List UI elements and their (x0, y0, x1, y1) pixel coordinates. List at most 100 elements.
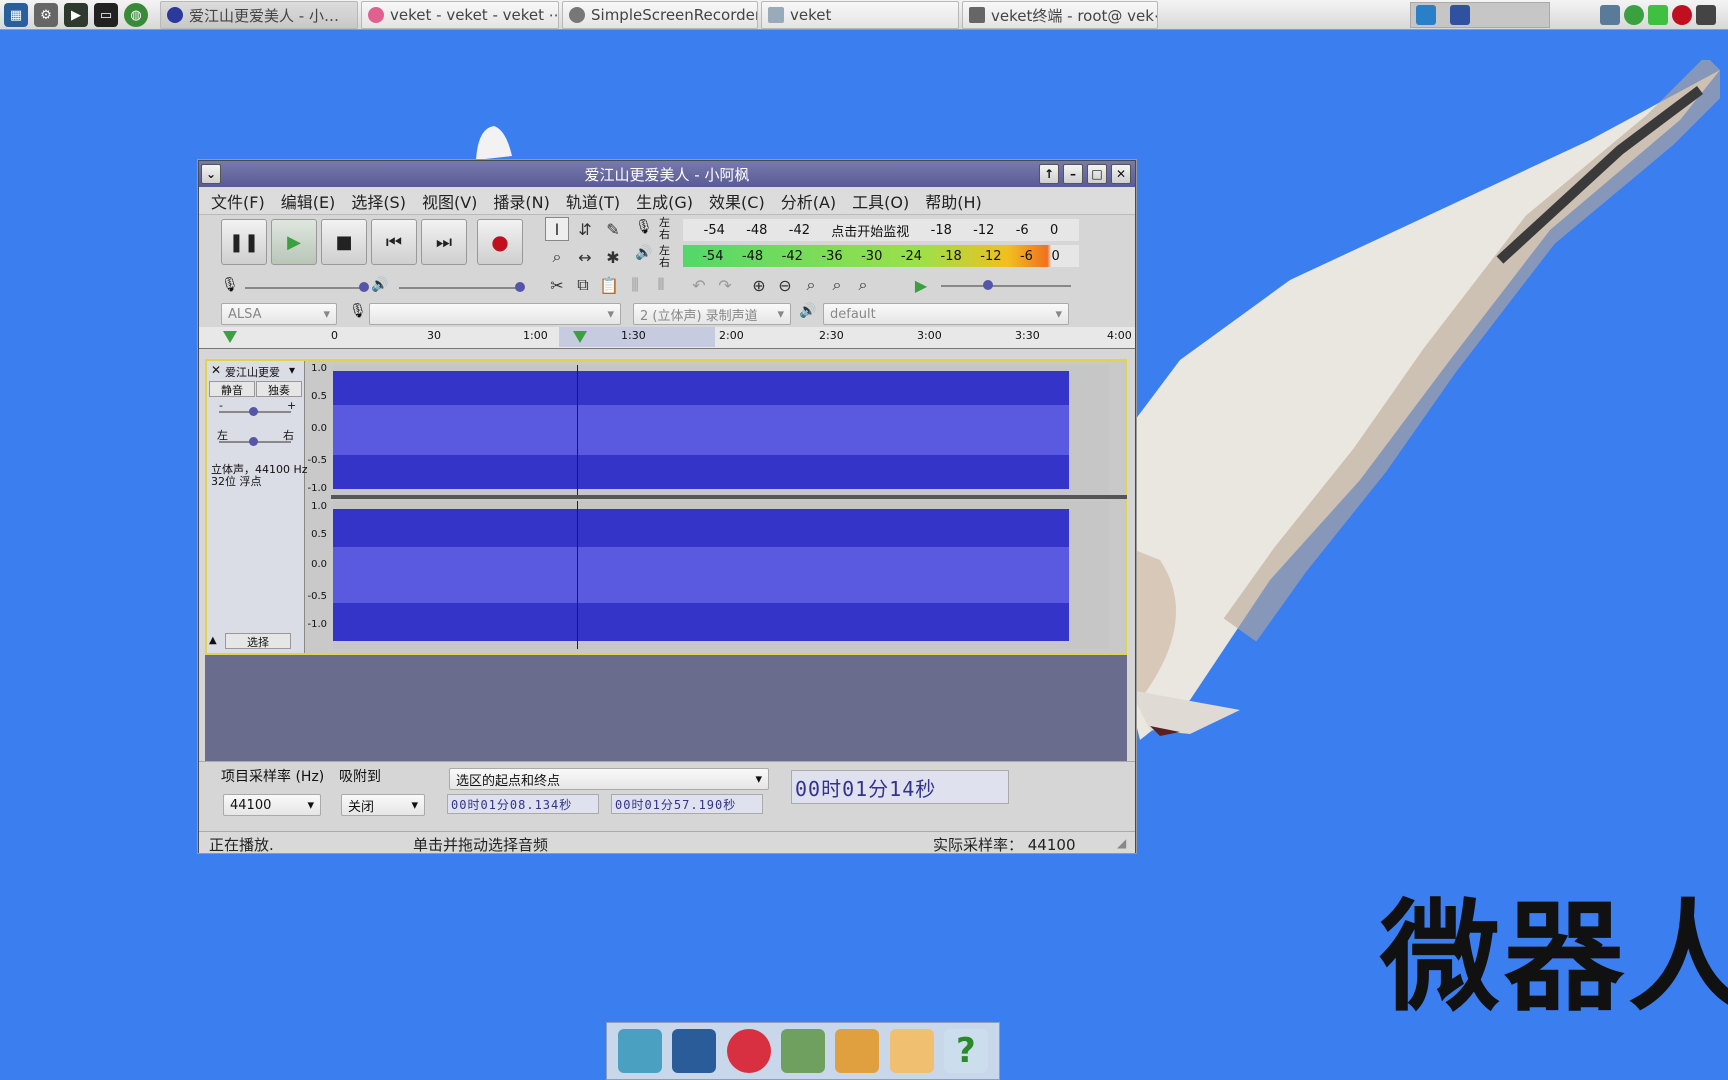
snap-to-select[interactable]: 关闭 ▾ (341, 794, 425, 816)
terminal-launcher-icon[interactable]: ▭ (94, 3, 118, 27)
mute-button[interactable]: 静音 (209, 381, 255, 397)
start-monitoring-label[interactable]: 点击开始监视 (831, 221, 909, 240)
record-button[interactable]: ● (477, 219, 523, 265)
waveform-right-channel[interactable] (333, 501, 1109, 649)
skip-end-button[interactable]: ⏭ (421, 219, 467, 265)
menu-effect[interactable]: 效果(C) (709, 189, 765, 213)
project-rate-select[interactable]: 44100 ▾ (223, 794, 321, 816)
resize-grip-icon[interactable]: ◢ (1117, 836, 1126, 850)
selection-end-time[interactable]: 00时01分57.190秒 (611, 794, 763, 814)
title-bar[interactable]: ⌄ 爱江山更爱美人 - 小阿枫 ↑ – □ ✕ (199, 161, 1135, 187)
task-browser[interactable]: veket - veket - veket ⋯ (361, 1, 559, 29)
playback-meter[interactable]: -54 -48 -42 -36 -30 -24 -18 -12 -6 0 (683, 245, 1079, 267)
globe-icon[interactable]: ◍ (124, 3, 148, 27)
solo-button[interactable]: 独奏 (256, 381, 302, 397)
stop-button[interactable]: ■ (321, 219, 367, 265)
maximize-button[interactable]: □ (1087, 164, 1107, 184)
input-volume-thumb[interactable] (359, 282, 369, 292)
media-player-icon[interactable]: ▶ (64, 3, 88, 27)
menu-view[interactable]: 视图(V) (422, 189, 477, 213)
track-name[interactable]: 爱江山更爱 (225, 364, 289, 380)
input-volume-slider[interactable] (245, 287, 363, 289)
host-select[interactable]: ALSA ▾ (221, 303, 337, 325)
file-manager-icon[interactable] (618, 1029, 663, 1073)
output-volume-slider[interactable] (399, 287, 519, 289)
fit-selection-icon[interactable]: ⌕ (799, 273, 823, 297)
copy-icon[interactable]: ⧉ (571, 273, 595, 297)
zoom-out-icon[interactable]: ⊖ (773, 273, 797, 297)
cut-icon[interactable]: ✂ (545, 273, 569, 297)
task-folder[interactable]: veket (761, 1, 959, 29)
network-icon[interactable] (1600, 5, 1620, 25)
gain-thumb[interactable] (249, 407, 258, 416)
play-speed-thumb[interactable] (983, 280, 993, 290)
play-speed-slider[interactable] (941, 285, 1071, 287)
text-editor-icon[interactable] (780, 1029, 825, 1073)
pan-thumb[interactable] (249, 437, 258, 446)
help-icon[interactable]: ? (943, 1029, 988, 1073)
timeshift-tool-icon[interactable]: ↔ (573, 245, 597, 269)
record-indicator-icon[interactable] (1672, 5, 1692, 25)
silence-icon[interactable]: ⫴ (649, 273, 673, 297)
recording-device-select[interactable]: ▾ (369, 303, 621, 325)
task-terminal[interactable]: veket终端 - root@ vek⋯ (962, 1, 1158, 29)
play-region-marker-icon[interactable] (223, 331, 237, 343)
system-monitor-icon[interactable]: ▦ (4, 3, 28, 27)
skip-start-button[interactable]: ⏮ (371, 219, 417, 265)
record-meter[interactable]: -54 -48 -42 点击开始监视 -18 -12 -6 0 (683, 219, 1079, 241)
menu-select[interactable]: 选择(S) (351, 189, 406, 213)
selection-mode-select[interactable]: 选区的起点和终点 ▾ (449, 768, 769, 790)
task-recorder[interactable]: SimpleScreenRecorder (562, 1, 758, 29)
channels-select[interactable]: 2 (立体声) 录制声道 ▾ (633, 303, 791, 325)
settings-icon[interactable]: ⚙ (34, 3, 58, 27)
envelope-tool-icon[interactable]: ⇵ (573, 217, 597, 241)
fit-project-icon[interactable]: ⌕ (825, 273, 849, 297)
track-close-icon[interactable]: ✕ (209, 363, 223, 379)
battery-icon[interactable] (1648, 5, 1668, 25)
paint-icon[interactable] (835, 1029, 880, 1073)
redo-icon[interactable]: ↷ (713, 273, 737, 297)
select-track-button[interactable]: 选择 (225, 633, 291, 649)
play-at-speed-icon[interactable]: ▶ (909, 273, 933, 297)
raise-button[interactable]: ↑ (1039, 164, 1059, 184)
mic-icon[interactable]: 🎙 (635, 219, 655, 241)
trim-icon[interactable]: ⫼ (623, 273, 647, 297)
close-button[interactable]: ✕ (1111, 164, 1131, 184)
mascot-icon[interactable] (726, 1029, 771, 1073)
zoom-in-icon[interactable]: ⊕ (747, 273, 771, 297)
zoom-tool-icon[interactable]: ⌕ (545, 245, 569, 269)
undo-icon[interactable]: ↶ (687, 273, 711, 297)
output-volume-thumb[interactable] (515, 282, 525, 292)
draw-tool-icon[interactable]: ✎ (601, 217, 625, 241)
timeline-ruler[interactable]: 0 30 1:00 1:30 2:00 2:30 3:00 3:30 4:00 (199, 327, 1135, 349)
zoom-toggle-icon[interactable]: ⌕ (851, 273, 875, 297)
speaker-icon[interactable]: 🔊 (635, 245, 655, 267)
menu-analyze[interactable]: 分析(A) (781, 189, 836, 213)
selection-start-time[interactable]: 00时01分08.134秒 (447, 794, 599, 814)
task-audacity[interactable]: 爱江山更爱美人 - 小… (160, 1, 358, 29)
computer-icon[interactable] (672, 1029, 717, 1073)
selection-tool-icon[interactable]: I (545, 217, 569, 241)
pause-button[interactable]: ❚❚ (221, 219, 267, 265)
desktop-2-icon[interactable] (1450, 5, 1470, 25)
paste-icon[interactable]: 📋 (597, 273, 621, 297)
playhead-marker-icon[interactable] (573, 331, 587, 343)
menu-file[interactable]: 文件(F) (211, 189, 265, 213)
menu-transport[interactable]: 播录(N) (493, 189, 549, 213)
shield-icon[interactable] (1624, 5, 1644, 25)
menu-tracks[interactable]: 轨道(T) (566, 189, 620, 213)
audio-position-time[interactable]: 00时01分14秒 (791, 770, 1009, 804)
app-store-icon[interactable] (889, 1029, 934, 1073)
keyboard-icon[interactable] (1696, 5, 1716, 25)
waveform-left-channel[interactable] (333, 365, 1109, 495)
collapse-track-icon[interactable]: ▲ (209, 635, 217, 646)
minimize-button[interactable]: – (1063, 164, 1083, 184)
track-menu-chevron-icon[interactable]: ▾ (289, 363, 295, 377)
menu-edit[interactable]: 编辑(E) (281, 189, 336, 213)
playback-device-select[interactable]: default ▾ (823, 303, 1069, 325)
multi-tool-icon[interactable]: ✱ (601, 245, 625, 269)
menu-tools[interactable]: 工具(O) (852, 189, 909, 213)
desktop-1-icon[interactable] (1416, 5, 1436, 25)
menu-help[interactable]: 帮助(H) (925, 189, 982, 213)
menu-generate[interactable]: 生成(G) (636, 189, 693, 213)
